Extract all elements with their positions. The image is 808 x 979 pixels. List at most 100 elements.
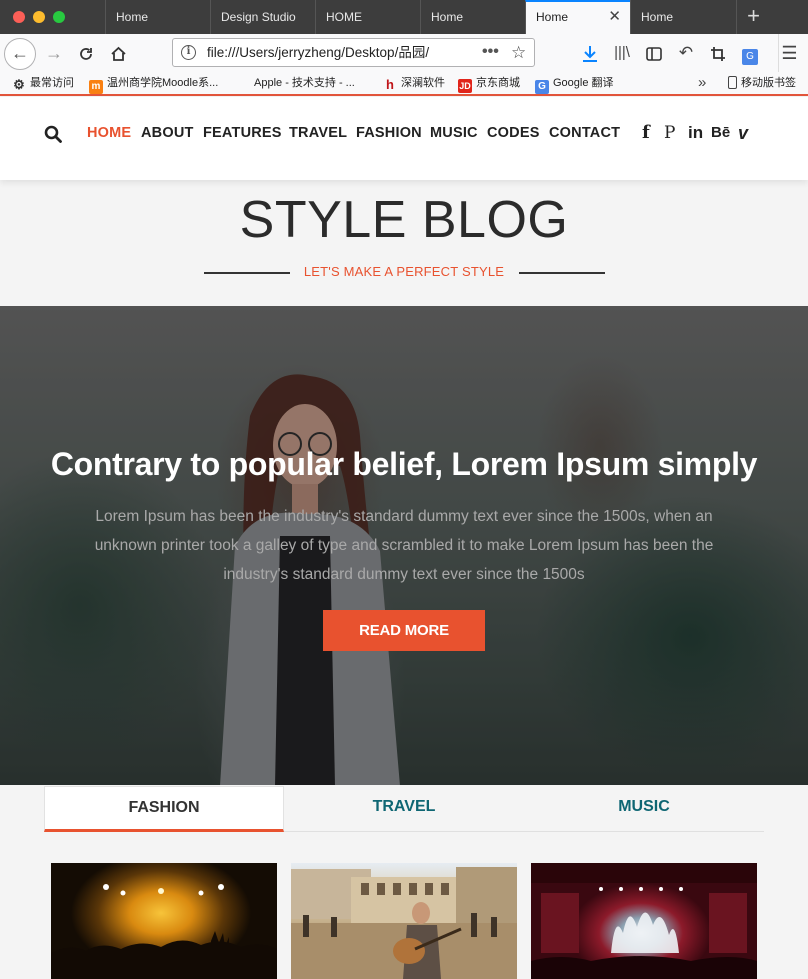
address-bar[interactable]: i file:///Users/jerryzheng/Desktop/品园/ •… — [172, 38, 535, 67]
hero-text: Lorem Ipsum has been the industry's stan… — [94, 508, 714, 583]
bookmark-star-icon[interactable]: ☆ — [511, 39, 526, 66]
browser-tab[interactable]: Home — [420, 0, 525, 34]
menu-item-contact[interactable]: CONTACT — [549, 97, 620, 169]
bookmark-label: Apple - 技术支持 - ... — [254, 77, 355, 89]
jd-icon: JD — [458, 79, 472, 93]
browser-tab-label: Home — [431, 10, 464, 24]
mobile-bookmarks-icon — [728, 76, 737, 89]
zoom-window-button[interactable] — [53, 11, 65, 23]
url-text: file:///Users/jerryzheng/Desktop/品园/ — [207, 45, 430, 60]
chevron-double-right-icon: » — [698, 74, 707, 91]
read-more-button[interactable]: READ MORE — [323, 610, 485, 651]
browser-tab[interactable]: HOME — [315, 0, 420, 34]
browser-tab-label: Home — [536, 10, 569, 24]
bookmark-label: 温州商学院Moodle系... — [107, 77, 219, 89]
sidebar-icon — [646, 47, 662, 61]
site-header: HOME ABOUT FEATURES TRAVEL FASHION MUSIC… — [0, 97, 808, 180]
browser-tab[interactable]: Home — [105, 0, 210, 34]
post-card-stage-show[interactable] — [531, 863, 757, 979]
close-window-button[interactable] — [13, 11, 25, 23]
close-tab-icon[interactable]: ✕ — [608, 2, 621, 32]
undo-close-button[interactable]: ↶ — [674, 34, 698, 72]
vimeo-icon[interactable]: v — [738, 97, 748, 169]
linkedin-icon[interactable]: in — [688, 97, 703, 169]
menu-item-codes[interactable]: CODES — [487, 97, 540, 169]
google-translate-icon: G — [535, 80, 549, 94]
facebook-icon[interactable]: f — [642, 97, 650, 169]
bookmark-label: 移动版书签 — [741, 77, 796, 89]
crop-icon — [711, 47, 725, 61]
browser-tab-label: Home — [641, 10, 674, 24]
browser-tab[interactable]: Home — [630, 0, 735, 34]
browser-tab-label: Home — [116, 10, 149, 24]
blog-title: STYLE BLOG — [239, 191, 569, 249]
screenshot-button[interactable] — [706, 34, 730, 72]
browser-tab-active[interactable]: Home ✕ — [525, 0, 630, 34]
sidebar-button[interactable] — [642, 34, 666, 72]
bookmarks-bar: ⚙ 最常访问 m 温州商学院Moodle系... Apple - 技术支持 - ..… — [0, 72, 808, 96]
hero-banner: Contrary to popular belief, Lorem Ipsum … — [0, 306, 808, 785]
stage-photo — [531, 863, 757, 979]
bookmark-label: Google 翻译 — [553, 77, 614, 89]
bookmark-label: 京东商城 — [476, 77, 520, 89]
browser-tab-label: Design Studio — [221, 10, 296, 24]
menu-item-music[interactable]: MUSIC — [430, 97, 478, 169]
bookmark-label: 最常访问 — [30, 77, 74, 89]
bookmark-item[interactable]: h 深澜软件 — [383, 72, 445, 94]
menu-item-home[interactable]: HOME — [87, 97, 131, 169]
blog-tagline: LET'S MAKE A PERFECT STYLE — [303, 264, 505, 279]
tab-travel[interactable]: TRAVEL — [284, 786, 524, 832]
download-icon — [583, 46, 597, 62]
moodle-icon: m — [89, 80, 103, 94]
site-info-icon[interactable]: i — [181, 45, 196, 60]
bookmark-item[interactable]: G Google 翻译 — [535, 72, 614, 94]
street-photo — [291, 867, 517, 979]
bookmark-item[interactable]: ⚙ 最常访问 — [12, 72, 74, 94]
tab-music[interactable]: MUSIC — [524, 786, 764, 832]
hero-title: Contrary to popular belief, Lorem Ipsum … — [50, 446, 758, 482]
browser-tab-label: HOME — [326, 10, 362, 24]
tagline-divider-right — [519, 272, 605, 274]
translate-extension-button[interactable]: G — [738, 34, 762, 72]
bookmark-item[interactable]: m 温州商学院Moodle系... — [89, 72, 218, 94]
pinterest-icon[interactable]: P — [664, 97, 675, 169]
page-actions-icon[interactable]: ••• — [482, 39, 499, 64]
menu-item-fashion[interactable]: FASHION — [356, 97, 422, 169]
tab-fashion[interactable]: FASHION — [44, 786, 284, 832]
downloads-button[interactable] — [578, 34, 602, 72]
minimize-window-button[interactable] — [33, 11, 45, 23]
browser-tab-bar: Home Design Studio HOME Home Home ✕ Home… — [0, 0, 808, 34]
bookmarks-overflow-button[interactable]: » — [698, 72, 706, 94]
undo-icon: ↶ — [678, 43, 694, 62]
tagline-divider-left — [204, 272, 290, 274]
hamburger-icon: ☰ — [781, 43, 798, 63]
home-icon — [110, 46, 126, 61]
bookmark-label: 深澜软件 — [401, 77, 445, 89]
post-card-street-guitar[interactable] — [291, 863, 517, 979]
post-card-concert[interactable] — [51, 863, 277, 979]
browser-tab[interactable]: Design Studio — [210, 0, 315, 34]
back-button[interactable]: ← — [4, 38, 36, 70]
menu-item-about[interactable]: ABOUT — [141, 97, 194, 169]
library-icon: |||\ — [614, 44, 630, 61]
srun-icon: h — [386, 77, 394, 92]
gear-icon: ⚙ — [13, 77, 25, 92]
forward-button[interactable]: → — [42, 34, 66, 72]
library-button[interactable]: |||\ — [610, 34, 634, 72]
google-translate-icon: G — [742, 49, 758, 65]
reload-button[interactable] — [74, 34, 98, 72]
browser-toolbar: ← → i file:///Users/jerryzheng/Desktop/品… — [0, 34, 808, 72]
bookmark-item[interactable]: 移动版书签 — [728, 72, 796, 94]
bookmark-item[interactable]: Apple - 技术支持 - ... — [236, 72, 355, 94]
bookmark-item[interactable]: JD 京东商城 — [458, 72, 520, 94]
apple-icon — [236, 75, 250, 89]
new-tab-button[interactable]: + — [736, 0, 770, 34]
search-icon[interactable] — [44, 125, 62, 143]
menu-item-travel[interactable]: TRAVEL — [289, 97, 347, 169]
menu-button[interactable]: ☰ — [778, 34, 800, 72]
behance-icon[interactable]: Bē — [711, 97, 730, 169]
category-tabs: FASHION TRAVEL MUSIC — [44, 786, 764, 832]
home-button[interactable] — [106, 34, 130, 72]
menu-item-features[interactable]: FEATURES — [203, 97, 282, 169]
reload-icon — [80, 48, 92, 60]
